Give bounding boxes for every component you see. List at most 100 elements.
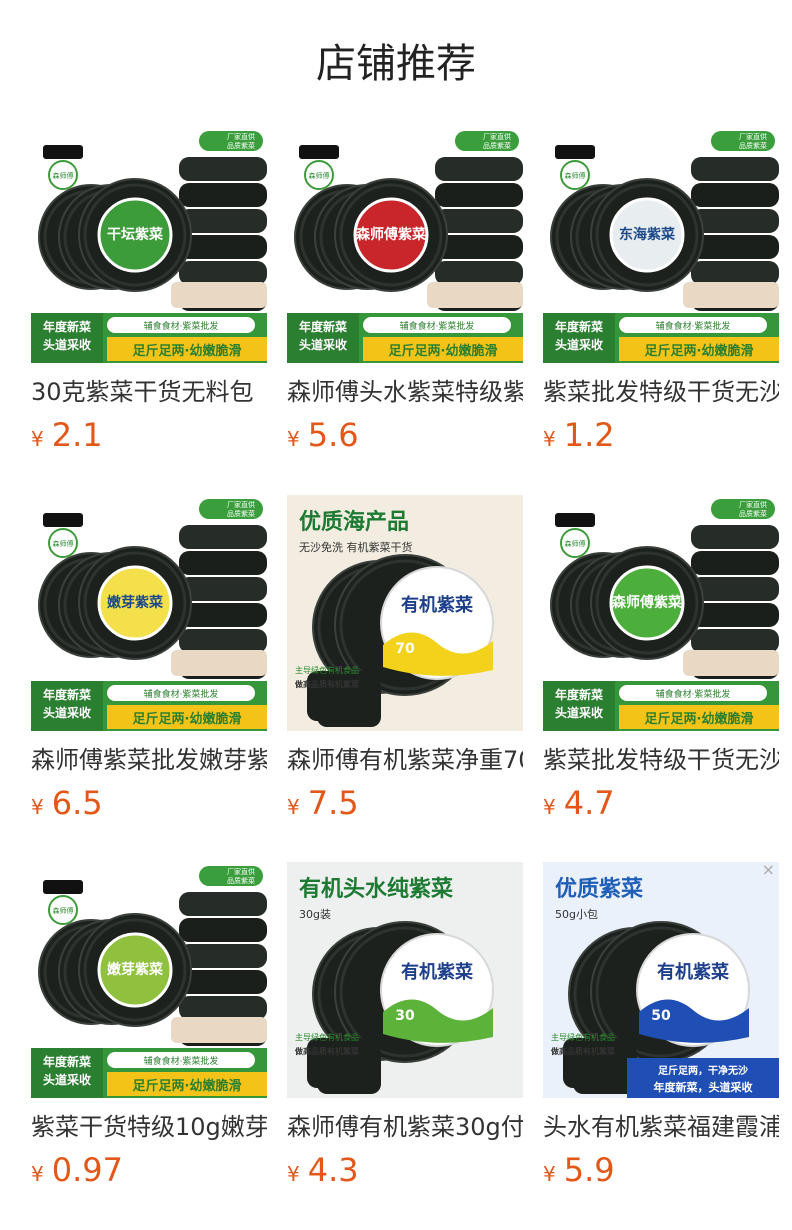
svg-text:辅食食材·紫菜批发: 辅食食材·紫菜批发	[144, 1055, 219, 1067]
product-image-art: 森师傅 厂家直供品质紫菜干坛紫菜年度新菜头道采收 辅食食材·紫菜批发足斤足两·幼嫩脆…	[31, 127, 267, 363]
price-amount: 4.3	[307, 1151, 359, 1189]
svg-text:足斤足两·幼嫩脆滑: 足斤足两·幼嫩脆滑	[645, 343, 754, 359]
svg-text:无沙免洗 有机紫菜干货: 无沙免洗 有机紫菜干货	[299, 540, 413, 554]
product-image-art: 森师傅 厂家直供品质紫菜嫩芽紫菜年度新菜头道采收 辅食食材·紫菜批发足斤足两·幼嫩脆…	[31, 495, 267, 731]
product-image-art: 优质紫菜 50g小包有机紫菜 50 主导绿色有机食品做高品质有机紫菜足斤足两，干净无沙…	[543, 862, 779, 1098]
product-card[interactable]: 森师傅 厂家直供 品质紫菜 嫩芽紫菜 年度新菜 头道采收 辅食食材·紫菜批发 足斤足两·幼嫩脆…	[31, 495, 267, 823]
svg-text:年度新菜: 年度新菜	[43, 1054, 91, 1069]
product-title[interactable]: 森师傅有机紫菜30g付邮	[287, 1112, 523, 1142]
price-amount: 0.97	[51, 1151, 123, 1189]
product-card[interactable]: 森师傅 厂家直供 品质紫菜 嫩芽紫菜 年度新菜 头道采收 辅食食材·紫菜批发 足斤足两·幼嫩脆…	[31, 862, 267, 1190]
svg-text:品质紫菜: 品质紫菜	[483, 141, 511, 150]
product-title[interactable]: 森师傅紫菜批发嫩芽紫菜	[31, 745, 267, 775]
svg-text:70: 70	[395, 641, 415, 657]
svg-text:主导绿色有机食品: 主导绿色有机食品	[295, 665, 359, 675]
svg-text:厂家直供: 厂家直供	[483, 132, 511, 141]
product-card[interactable]: 优质紫菜 50g小包 有机紫菜 50 主导绿色有机食品 做高品质有机紫菜 足斤足两，干净无沙…	[543, 862, 779, 1190]
svg-text:头道采收: 头道采收	[43, 337, 91, 352]
product-price: ¥6.5	[31, 783, 267, 823]
product-image[interactable]: 森师傅 厂家直供 品质紫菜 森师傅紫菜 年度新菜 头道采收 辅食食材·紫菜批发 足斤足两·幼嫩…	[287, 127, 523, 363]
product-image-art: 森师傅 厂家直供品质紫菜东海紫菜年度新菜头道采收 辅食食材·紫菜批发足斤足两·幼嫩脆…	[543, 127, 779, 363]
product-price: ¥4.7	[543, 783, 779, 823]
svg-text:足斤足两·幼嫩脆滑: 足斤足两·幼嫩脆滑	[389, 343, 498, 359]
price-amount: 6.5	[51, 784, 103, 822]
svg-text:干坛紫菜: 干坛紫菜	[107, 226, 164, 243]
svg-text:厂家直供: 厂家直供	[227, 500, 255, 509]
svg-text:有机头水纯紫菜: 有机头水纯紫菜	[299, 876, 453, 902]
product-price: ¥5.6	[287, 415, 523, 455]
currency-symbol: ¥	[287, 1162, 300, 1186]
svg-text:50g小包: 50g小包	[555, 908, 598, 921]
svg-text:森师傅: 森师傅	[53, 539, 74, 548]
product-price: ¥1.2	[543, 415, 779, 455]
product-price: ¥0.97	[31, 1150, 267, 1190]
product-card[interactable]: 有机头水纯紫菜 30g装 有机紫菜 30 主导绿色有机食品 做高品质有机紫菜 森师傅有机紫菜…	[287, 862, 523, 1190]
svg-text:辅食食材·紫菜批发: 辅食食材·紫菜批发	[144, 688, 219, 700]
svg-text:足斤足两·幼嫩脆滑: 足斤足两·幼嫩脆滑	[645, 711, 754, 727]
svg-text:品质紫菜: 品质紫菜	[227, 141, 255, 150]
currency-symbol: ¥	[31, 795, 44, 819]
currency-symbol: ¥	[287, 427, 300, 451]
svg-text:有机紫菜: 有机紫菜	[401, 594, 473, 616]
product-title[interactable]: 森师傅有机紫菜净重70g	[287, 745, 523, 775]
product-card[interactable]: 优质海产品无沙免洗 有机紫菜干货有机紫菜 70 主导绿色有机食品 做高品质有机紫菜森师…	[287, 495, 523, 823]
svg-text:足斤足两·幼嫩脆滑: 足斤足两·幼嫩脆滑	[133, 711, 242, 727]
product-image[interactable]: 森师傅 厂家直供 品质紫菜 东海紫菜 年度新菜 头道采收 辅食食材·紫菜批发 足斤足两·幼嫩脆…	[543, 127, 779, 363]
currency-symbol: ¥	[543, 795, 556, 819]
currency-symbol: ¥	[543, 427, 556, 451]
currency-symbol: ¥	[543, 1162, 556, 1186]
svg-text:年度新菜: 年度新菜	[299, 319, 347, 334]
svg-text:头道采收: 头道采收	[555, 337, 603, 352]
svg-text:足斤足两·幼嫩脆滑: 足斤足两·幼嫩脆滑	[133, 343, 242, 359]
svg-text:森师傅: 森师傅	[309, 171, 330, 180]
product-title[interactable]: 紫菜批发特级干货无沙	[543, 745, 779, 775]
section-title: 店铺推荐	[316, 41, 476, 87]
svg-text:主导绿色有机食品: 主导绿色有机食品	[295, 1032, 359, 1042]
svg-text:优质海产品: 优质海产品	[299, 509, 409, 535]
product-card[interactable]: 森师傅 厂家直供 品质紫菜 干坛紫菜 年度新菜 头道采收 辅食食材·紫菜批发 足斤足两·幼嫩脆…	[31, 127, 267, 455]
svg-text:30: 30	[395, 1008, 415, 1024]
product-card[interactable]: 森师傅 厂家直供 品质紫菜 森师傅紫菜 年度新菜 头道采收 辅食食材·紫菜批发 足斤足两·幼嫩…	[287, 127, 523, 455]
product-card[interactable]: 森师傅 厂家直供 品质紫菜 东海紫菜 年度新菜 头道采收 辅食食材·紫菜批发 足斤足两·幼嫩脆…	[543, 127, 779, 455]
product-title[interactable]: 30克紫菜干货无料包	[31, 377, 267, 407]
svg-text:年度新菜: 年度新菜	[555, 687, 603, 702]
product-title[interactable]: 头水有机紫菜福建霞浦	[543, 1112, 779, 1142]
svg-text:东海紫菜: 东海紫菜	[619, 226, 676, 243]
svg-text:厂家直供: 厂家直供	[227, 132, 255, 141]
product-card[interactable]: 森师傅 厂家直供 品质紫菜 森师傅紫菜 年度新菜 头道采收 辅食食材·紫菜批发 足斤足两·幼嫩…	[543, 495, 779, 823]
product-image[interactable]: 优质海产品无沙免洗 有机紫菜干货有机紫菜 70 主导绿色有机食品 做高品质有机紫菜	[287, 495, 523, 731]
price-amount: 5.9	[563, 1151, 615, 1189]
product-image[interactable]: 森师傅 厂家直供 品质紫菜 嫩芽紫菜 年度新菜 头道采收 辅食食材·紫菜批发 足斤足两·幼嫩脆…	[31, 862, 267, 1098]
product-image[interactable]: 森师傅 厂家直供 品质紫菜 森师傅紫菜 年度新菜 头道采收 辅食食材·紫菜批发 足斤足两·幼嫩…	[543, 495, 779, 731]
svg-text:森师傅紫菜: 森师傅紫菜	[612, 594, 683, 611]
svg-text:主导绿色有机食品: 主导绿色有机食品	[551, 1032, 615, 1042]
svg-text:年度新菜: 年度新菜	[43, 687, 91, 702]
product-image[interactable]: 有机头水纯紫菜 30g装 有机紫菜 30 主导绿色有机食品 做高品质有机紫菜	[287, 862, 523, 1098]
product-title[interactable]: 紫菜批发特级干货无沙	[543, 377, 779, 407]
svg-text:厂家直供: 厂家直供	[227, 867, 255, 876]
product-image[interactable]: 优质紫菜 50g小包 有机紫菜 50 主导绿色有机食品 做高品质有机紫菜 足斤足两，干净无沙…	[543, 862, 779, 1098]
svg-text:做高品质有机紫菜: 做高品质有机紫菜	[294, 679, 359, 689]
price-amount: 1.2	[563, 416, 615, 454]
svg-text:年度新菜，头道采收: 年度新菜，头道采收	[654, 1080, 753, 1094]
ad-close-icon[interactable]: ×	[762, 862, 775, 878]
currency-symbol: ¥	[31, 1162, 44, 1186]
svg-text:有机紫菜: 有机紫菜	[657, 961, 729, 983]
product-title[interactable]: 森师傅头水紫菜特级紫菜	[287, 377, 523, 407]
svg-text:年度新菜: 年度新菜	[555, 319, 603, 334]
svg-text:年度新菜: 年度新菜	[43, 319, 91, 334]
price-amount: 2.1	[51, 416, 103, 454]
svg-text:有机紫菜: 有机紫菜	[401, 961, 473, 983]
product-image[interactable]: 森师傅 厂家直供 品质紫菜 干坛紫菜 年度新菜 头道采收 辅食食材·紫菜批发 足斤足两·幼嫩脆…	[31, 127, 267, 363]
product-price: ¥5.9	[543, 1150, 779, 1190]
svg-text:优质紫菜: 优质紫菜	[555, 876, 643, 902]
svg-text:品质紫菜: 品质紫菜	[227, 509, 255, 518]
product-image[interactable]: 森师傅 厂家直供 品质紫菜 嫩芽紫菜 年度新菜 头道采收 辅食食材·紫菜批发 足斤足两·幼嫩脆…	[31, 495, 267, 731]
svg-text:厂家直供: 厂家直供	[739, 500, 767, 509]
product-price: ¥7.5	[287, 783, 523, 823]
svg-text:足斤足两，干净无沙: 足斤足两，干净无沙	[658, 1064, 748, 1077]
svg-text:辅食食材·紫菜批发: 辅食食材·紫菜批发	[400, 320, 475, 332]
product-title[interactable]: 紫菜干货特级10g嫩芽紫菜	[31, 1112, 267, 1142]
svg-text:森师傅紫菜: 森师傅紫菜	[356, 226, 427, 243]
svg-text:30g装: 30g装	[299, 908, 331, 921]
